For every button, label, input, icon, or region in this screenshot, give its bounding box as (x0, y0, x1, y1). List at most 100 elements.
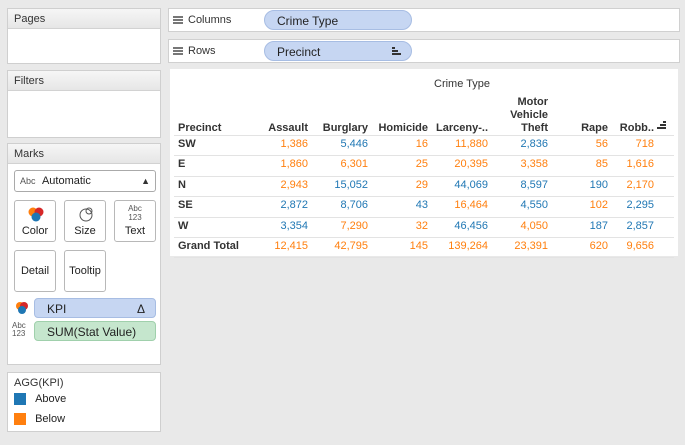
rows-grip-icon (173, 47, 183, 56)
columns-shelf[interactable]: Columns Crime Type (168, 8, 680, 32)
color-legend-card: AGG(KPI) Above Below (7, 372, 161, 432)
color-button[interactable]: Color (14, 200, 56, 242)
table-cell[interactable]: 12,415 (274, 240, 308, 252)
precinct-pill[interactable]: Precinct (264, 41, 412, 61)
grand-total-header[interactable]: Grand Total (178, 240, 239, 252)
delta-icon: Δ (136, 302, 145, 316)
row-header[interactable]: E (178, 158, 185, 170)
text-icon: Abc 123 (115, 204, 155, 222)
table-cell[interactable]: 4,550 (520, 199, 548, 211)
tooltip-button[interactable]: Tooltip (64, 250, 106, 292)
col-header-homicide[interactable]: Homicide (378, 122, 428, 134)
table-cell[interactable]: 620 (590, 240, 608, 252)
table-cell[interactable]: 56 (596, 138, 608, 150)
row-separator (174, 155, 674, 157)
col-header-motor-vehicle-theft[interactable]: Motor Vehicle Theft (510, 96, 548, 135)
kpi-field-pill[interactable]: KPI Δ (34, 298, 156, 318)
table-cell[interactable]: 2,943 (280, 179, 308, 191)
text-button[interactable]: Abc 123 Text (114, 200, 156, 242)
row-header[interactable]: SW (178, 138, 196, 150)
row-header[interactable]: N (178, 179, 186, 191)
table-cell[interactable]: 11,880 (455, 138, 488, 150)
table-cell[interactable]: 1,386 (280, 138, 308, 150)
table-cell[interactable]: 85 (596, 158, 608, 170)
row-separator (174, 257, 674, 259)
size-icon (79, 207, 93, 222)
table-cell[interactable]: 7,290 (340, 220, 368, 232)
col-header-rape[interactable]: Rape (581, 122, 608, 134)
row-separator (174, 196, 674, 198)
row-header[interactable]: SE (178, 199, 193, 211)
sort-icon (392, 47, 401, 55)
col-header-mvt-line3: Theft (521, 122, 548, 134)
text-icon-abc: Abc (128, 204, 142, 213)
table-cell[interactable]: 43 (416, 199, 428, 211)
table-cell[interactable]: 8,706 (340, 199, 368, 211)
col-header-robbery[interactable]: Robb.. (620, 122, 654, 134)
detail-label: Detail (20, 265, 50, 277)
col-header-larceny[interactable]: Larceny-.. (436, 122, 488, 134)
table-cell[interactable]: 32 (416, 220, 428, 232)
rows-shelf[interactable]: Rows Precinct (168, 39, 680, 63)
rows-shelf-label: Rows (173, 40, 216, 62)
table-cell[interactable]: 102 (590, 199, 608, 211)
text-encoding-123: 123 (12, 329, 26, 338)
legend-title: AGG(KPI) (8, 373, 160, 393)
table-cell[interactable]: 2,170 (626, 179, 654, 191)
crime-type-pill-label: Crime Type (277, 14, 339, 28)
pages-card[interactable]: Pages (7, 8, 161, 64)
crime-type-pill[interactable]: Crime Type (264, 10, 412, 30)
kpi-field-label: KPI (47, 302, 67, 316)
table-cell[interactable]: 190 (590, 179, 608, 191)
table-cell[interactable]: 3,358 (520, 158, 548, 170)
color-icon (28, 207, 44, 222)
table-cell[interactable]: 2,857 (626, 220, 654, 232)
row-separator (174, 135, 674, 136)
table-cell[interactable]: 23,391 (514, 240, 548, 252)
table-cell[interactable]: 187 (590, 220, 608, 232)
updown-arrows-icon: ▲ (141, 176, 150, 186)
filters-card[interactable]: Filters (7, 70, 161, 138)
column-sort-icon[interactable] (656, 121, 666, 131)
table-cell[interactable]: 20,395 (454, 158, 488, 170)
table-cell[interactable]: 1,616 (626, 158, 654, 170)
col-header-burglary[interactable]: Burglary (323, 122, 368, 134)
row-separator (174, 216, 674, 218)
legend-item-below[interactable]: Below (14, 413, 65, 426)
precinct-pill-label: Precinct (277, 45, 321, 59)
col-header-assault[interactable]: Assault (268, 122, 308, 134)
table-cell[interactable]: 6,301 (340, 158, 368, 170)
table-cell[interactable]: 718 (636, 138, 654, 150)
table-cell[interactable]: 25 (416, 158, 428, 170)
size-button[interactable]: Size (64, 200, 106, 242)
mark-type-dropdown[interactable]: Abc Automatic ▲ (14, 170, 156, 192)
table-cell[interactable]: 2,872 (280, 199, 308, 211)
legend-item-above[interactable]: Above (14, 393, 67, 406)
table-cell[interactable]: 46,456 (454, 220, 488, 232)
table-cell[interactable]: 16 (416, 138, 428, 150)
table-cell[interactable]: 3,354 (280, 220, 308, 232)
table-cell[interactable]: 145 (410, 240, 428, 252)
table-cell[interactable]: 4,050 (520, 220, 548, 232)
table-cell[interactable]: 5,446 (340, 138, 368, 150)
sum-stat-value-label: SUM(Stat Value) (47, 325, 137, 339)
legend-label-above: Above (35, 393, 67, 406)
table-cell[interactable]: 9,656 (626, 240, 654, 252)
row-separator (174, 175, 674, 177)
table-cell[interactable]: 16,464 (454, 199, 488, 211)
crosstab-view[interactable]: Crime Type Precinct Assault Burglary Hom… (170, 69, 678, 259)
detail-button[interactable]: Detail (14, 250, 56, 292)
tooltip-label: Tooltip (69, 265, 101, 277)
row-header[interactable]: W (178, 220, 188, 232)
table-cell[interactable]: 44,069 (454, 179, 488, 191)
table-cell[interactable]: 139,264 (448, 240, 488, 252)
table-cell[interactable]: 15,052 (334, 179, 368, 191)
columns-shelf-label: Columns (173, 9, 231, 31)
sum-stat-value-pill[interactable]: SUM(Stat Value) (34, 321, 156, 341)
table-cell[interactable]: 29 (416, 179, 428, 191)
table-cell[interactable]: 8,597 (520, 179, 548, 191)
table-cell[interactable]: 42,795 (334, 240, 368, 252)
table-cell[interactable]: 2,295 (626, 199, 654, 211)
table-cell[interactable]: 1,860 (280, 158, 308, 170)
table-cell[interactable]: 2,836 (520, 138, 548, 150)
